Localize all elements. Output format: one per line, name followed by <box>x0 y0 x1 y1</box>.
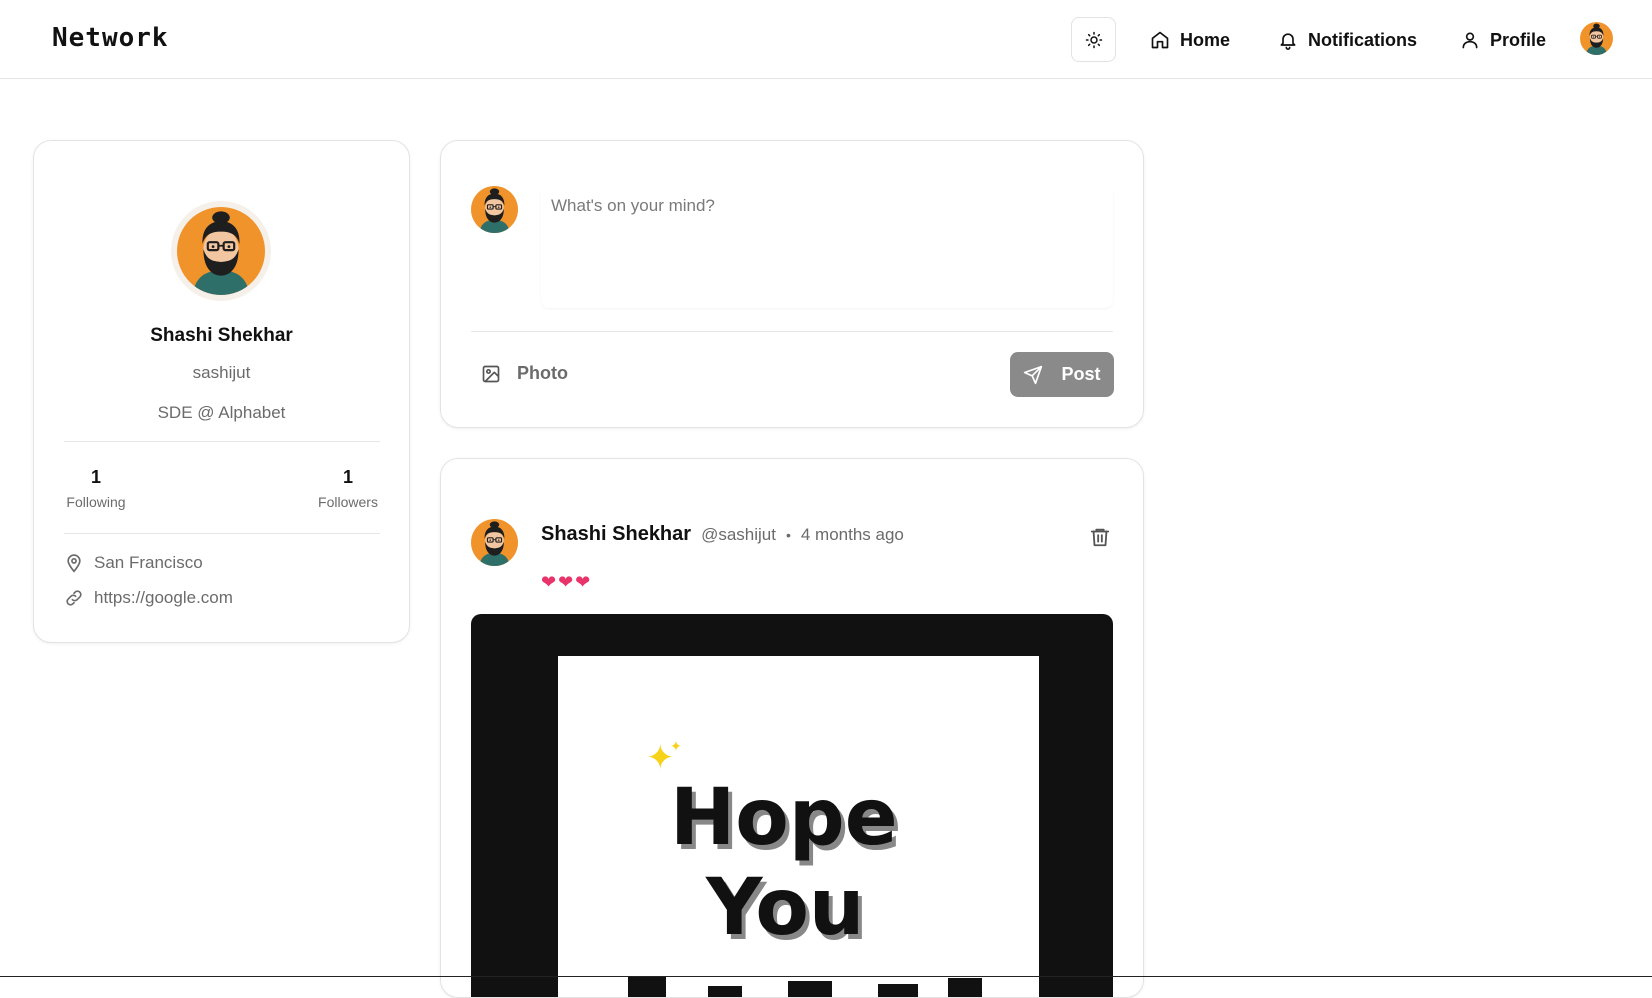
post-submit-button[interactable]: Post <box>1010 352 1114 397</box>
sticker-line1: Hope <box>670 773 898 863</box>
avatar <box>177 207 265 295</box>
brand-logo[interactable]: Network <box>52 23 169 53</box>
post-separator: • <box>785 527 791 543</box>
nav-profile-link[interactable]: Profile <box>1460 24 1546 56</box>
add-photo-button[interactable]: Photo <box>481 363 568 384</box>
composer-avatar <box>471 186 518 233</box>
post-text-input[interactable] <box>541 186 1113 308</box>
avatar <box>1580 22 1613 55</box>
send-icon <box>1024 365 1043 384</box>
profile-username: sashijut <box>192 363 251 382</box>
bell-icon <box>1280 33 1296 50</box>
profile-location-text: San Francisco <box>94 553 203 572</box>
profile-avatar[interactable] <box>171 201 271 301</box>
post-timestamp: 4 months ago <box>800 525 904 544</box>
profile-bio: SDE @ Alphabet <box>157 403 286 422</box>
sun-icon <box>1085 31 1102 48</box>
post-author-handle: @sashijut <box>701 525 776 544</box>
nav-notifications-label: Notifications <box>1308 29 1418 50</box>
profile-website[interactable]: https://google.com <box>64 588 233 608</box>
profile-card: Shashi Shekhar sashijut SDE @ Alphabet 1… <box>33 140 410 643</box>
sticker-line2: You <box>705 863 864 953</box>
nav-home-link[interactable]: Home <box>1150 24 1230 56</box>
hope-you-sticker: ✦ ✦ Hope Hope You You <box>628 738 982 997</box>
map-pin-icon <box>67 554 81 573</box>
profile-location: San Francisco <box>64 553 203 573</box>
following-stat[interactable]: 1 Following <box>64 467 128 510</box>
svg-text:✦: ✦ <box>670 739 682 755</box>
user-icon <box>1462 32 1478 49</box>
profile-name[interactable]: Shashi Shekhar <box>34 325 409 347</box>
post-submit-label: Post <box>1061 364 1101 384</box>
nav-notifications-link[interactable]: Notifications <box>1278 24 1417 56</box>
following-label: Following <box>66 494 126 510</box>
post-image-content: ✦ ✦ Hope Hope You You <box>558 656 1039 997</box>
theme-toggle-button[interactable] <box>1071 17 1116 62</box>
followers-stat[interactable]: 1 Followers <box>316 467 380 510</box>
delete-post-button[interactable] <box>1089 526 1113 550</box>
add-photo-label: Photo <box>517 363 568 383</box>
nav-profile-label: Profile <box>1490 29 1547 50</box>
post-author-name[interactable]: Shashi Shekhar <box>541 523 691 546</box>
nav-home-label: Home <box>1180 29 1231 50</box>
divider <box>471 331 1113 332</box>
top-navbar: Network Home Notifications Profile <box>0 0 1652 79</box>
post-header: Shashi Shekhar @sashijut • 4 months ago <box>541 523 904 546</box>
profile-website-link[interactable]: https://google.com <box>94 588 233 608</box>
user-avatar-menu[interactable] <box>1580 22 1613 55</box>
divider <box>64 533 380 534</box>
post-card: Shashi Shekhar @sashijut • 4 months ago … <box>440 458 1144 998</box>
home-icon <box>1151 31 1169 49</box>
followers-count: 1 <box>342 467 353 487</box>
following-count: 1 <box>90 467 101 487</box>
post-content-text: ❤❤❤ <box>541 572 593 592</box>
post-image[interactable]: ✦ ✦ Hope Hope You You <box>471 614 1113 997</box>
trash-icon <box>1090 528 1110 547</box>
post-author-avatar[interactable] <box>471 519 518 566</box>
followers-label: Followers <box>318 494 378 510</box>
avatar <box>471 186 518 233</box>
avatar <box>471 519 518 566</box>
post-composer: Photo Post <box>440 140 1144 428</box>
image-icon <box>482 365 500 382</box>
divider <box>64 441 380 442</box>
link-icon <box>66 590 82 606</box>
